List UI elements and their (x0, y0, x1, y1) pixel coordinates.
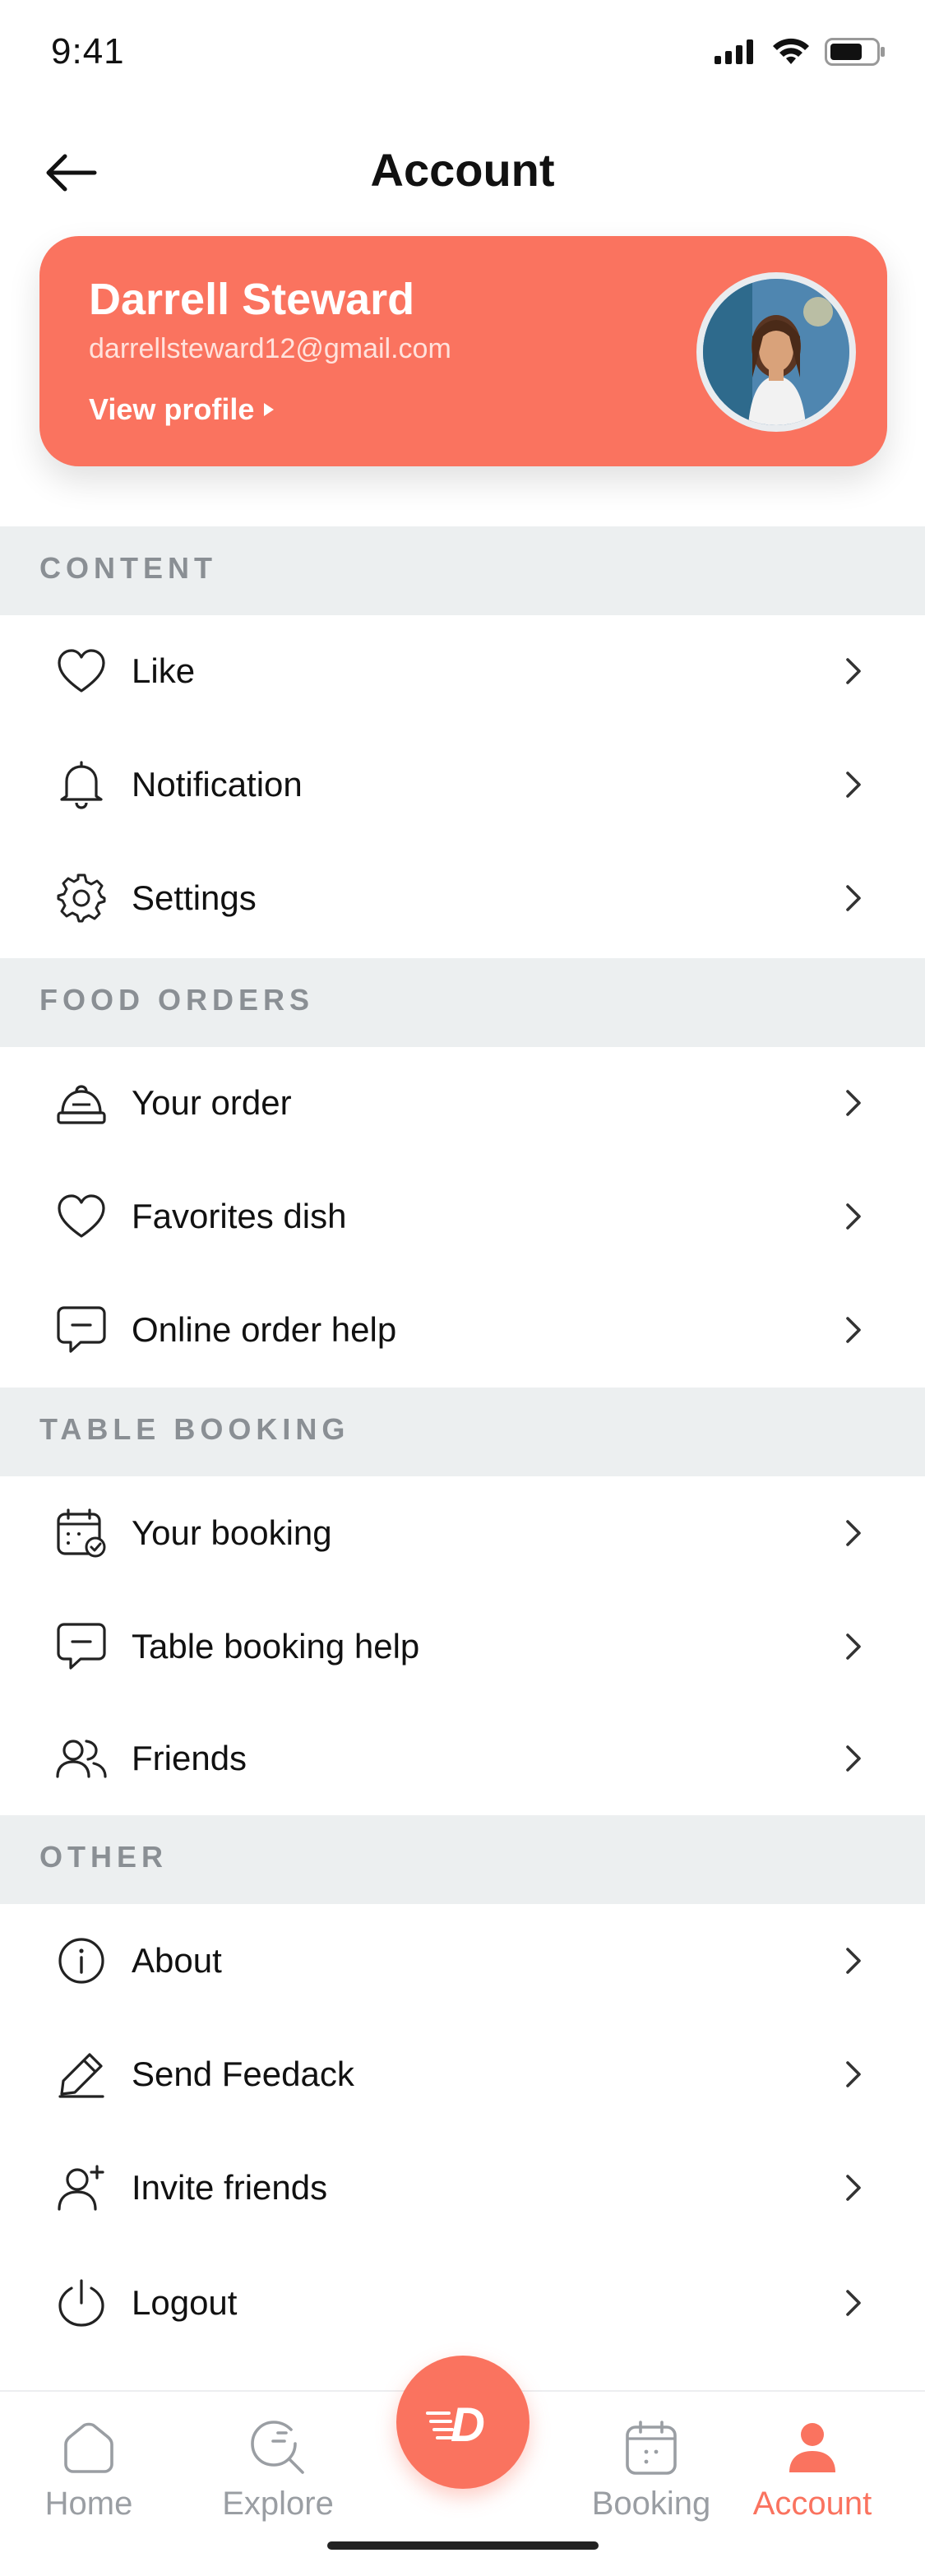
user-plus-icon (54, 2161, 109, 2215)
wifi-icon (773, 38, 809, 64)
menu-item-label: Settings (132, 878, 257, 917)
view-profile-link[interactable]: View profile (89, 392, 275, 427)
profile-email: darrellsteward12@gmail.com (89, 333, 451, 364)
logo-icon: D (426, 2398, 485, 2451)
caret-right-icon (264, 403, 275, 416)
menu-item-label: Friends (132, 1739, 247, 1777)
heart-icon (54, 644, 109, 698)
section-header-content: CONTENT (0, 526, 925, 615)
profile-name: Darrell Steward (89, 275, 415, 324)
menu-item-notification[interactable]: Notification (0, 728, 925, 841)
home-indicator (327, 2541, 599, 2550)
chevron-right-icon (846, 1090, 861, 1116)
menu-item-invite-friends[interactable]: Invite friends (0, 2131, 925, 2245)
menu-item-favorites-dish[interactable]: Favorites dish (0, 1160, 925, 1273)
nav-item-booking[interactable]: Booking (577, 2392, 725, 2523)
section-header-food-orders: FOOD ORDERS (0, 958, 925, 1047)
menu-item-label: Your order (132, 1083, 292, 1122)
chevron-right-icon (846, 2290, 861, 2316)
heart-icon (54, 1189, 109, 1244)
chevron-right-icon (846, 1203, 861, 1230)
menu-item-online-order-help[interactable]: Online order help (0, 1273, 925, 1387)
chevron-right-icon (846, 771, 861, 798)
profile-card[interactable]: Darrell Steward darrellsteward12@gmail.c… (39, 236, 887, 466)
users-icon (54, 1731, 109, 1786)
avatar[interactable] (696, 272, 856, 432)
menu-item-label: Your booking (132, 1513, 332, 1552)
menu-item-your-booking[interactable]: Your booking (0, 1476, 925, 1590)
chevron-right-icon (846, 1317, 861, 1343)
bell-icon (54, 758, 109, 812)
nav-label: Account (752, 2486, 872, 2522)
chat-icon (54, 1619, 109, 1674)
power-icon (54, 2276, 109, 2330)
menu-item-send-feedback[interactable]: Send Feedack (0, 2018, 925, 2131)
explore-icon (248, 2416, 308, 2479)
nav-item-account[interactable]: Account (738, 2392, 886, 2523)
section-title: FOOD ORDERS (39, 983, 315, 1017)
chevron-right-icon (846, 1745, 861, 1772)
chevron-right-icon (846, 1520, 861, 1546)
nav-label: Booking (591, 2486, 711, 2522)
page-title: Account (370, 144, 555, 196)
avatar-image (703, 279, 849, 425)
chat-icon (54, 1303, 109, 1357)
header: Account (0, 123, 925, 222)
chevron-right-icon (846, 658, 861, 684)
menu-item-label: Table booking help (132, 1627, 420, 1666)
view-profile-label: View profile (89, 392, 255, 426)
chevron-right-icon (846, 885, 861, 911)
menu-item-settings[interactable]: Settings (0, 841, 925, 955)
signal-icon (715, 39, 753, 64)
section-header-table-booking: TABLE BOOKING (0, 1388, 925, 1476)
menu-item-label: Like (132, 651, 196, 690)
menu-item-logout[interactable]: Logout (0, 2246, 925, 2360)
menu-item-label: Logout (132, 2283, 238, 2322)
user-icon (786, 2416, 839, 2479)
calendar-icon (624, 2416, 678, 2479)
status-bar: 9:41 (0, 0, 925, 107)
section-title: TABLE BOOKING (39, 1412, 350, 1446)
menu-item-like[interactable]: Like (0, 614, 925, 728)
status-icons (715, 38, 886, 66)
menu-item-label: Favorites dish (132, 1197, 347, 1235)
menu-item-label: Online order help (132, 1310, 397, 1349)
menu-item-label: Invite friends (132, 2168, 328, 2207)
nav-item-home[interactable]: Home (15, 2392, 163, 2523)
calendar-check-icon (54, 1506, 109, 1560)
menu-item-about[interactable]: About (0, 1904, 925, 2018)
cloche-icon (54, 1076, 109, 1130)
section-title: CONTENT (39, 551, 217, 585)
menu-item-your-order[interactable]: Your order (0, 1046, 925, 1160)
pencil-icon (54, 2047, 109, 2101)
nav-label: Home (44, 2486, 133, 2522)
status-time: 9:41 (51, 31, 125, 72)
nav-label: Explore (222, 2486, 334, 2522)
menu-item-friends[interactable]: Friends (0, 1702, 925, 1815)
home-icon (61, 2416, 117, 2479)
section-header-other: OTHER (0, 1815, 925, 1904)
menu-item-table-booking-help[interactable]: Table booking help (0, 1590, 925, 1703)
chevron-right-icon (846, 2061, 861, 2087)
chevron-right-icon (846, 2175, 861, 2201)
logo-letter: D (451, 2398, 485, 2451)
center-action-button[interactable]: D (396, 2356, 530, 2489)
gear-icon (54, 871, 109, 925)
info-icon (54, 1934, 109, 1988)
battery-icon (825, 38, 885, 66)
chevron-right-icon (846, 1948, 861, 1974)
menu-item-label: Notification (132, 765, 303, 804)
menu-item-label: About (132, 1941, 222, 1980)
section-title: OTHER (39, 1840, 168, 1874)
menu-item-label: Send Feedack (132, 2055, 354, 2093)
nav-item-explore[interactable]: Explore (204, 2392, 352, 2523)
chevron-right-icon (846, 1633, 861, 1660)
